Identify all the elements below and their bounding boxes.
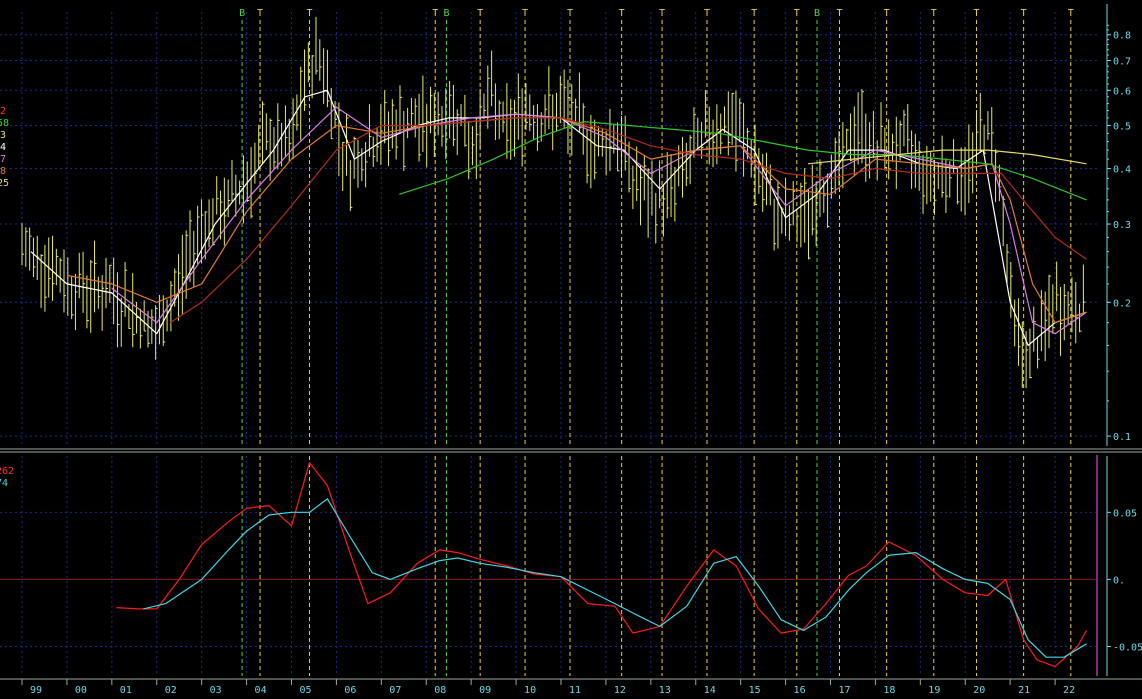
time-axis-label: 01 xyxy=(120,685,132,695)
signal-label: T xyxy=(704,8,710,19)
signal-label: T xyxy=(973,8,979,19)
chart-window: 0.8 0.7 0.6 0.5 0.4 0.3 0.2 0.1 2 58 3 4 7 8 25 BTTTB… xyxy=(0,0,1142,696)
oscillator-axis-label: -0.05 xyxy=(1113,642,1142,653)
price-axis-label: 0.3 xyxy=(1113,220,1131,231)
time-axis-label: 07 xyxy=(389,685,401,695)
signal-label: T xyxy=(659,8,665,19)
signal-label: T xyxy=(884,8,890,19)
time-axis-label: 11 xyxy=(569,685,581,695)
price-axis-label: 0.6 xyxy=(1113,86,1131,97)
time-axis-label: 10 xyxy=(524,685,536,695)
legend-entry: 262 xyxy=(0,466,14,477)
time-axis-label: 15 xyxy=(749,685,761,695)
time-axis-label: 12 xyxy=(614,685,626,695)
time-axis-label: 06 xyxy=(344,685,356,695)
time-axis-label: 13 xyxy=(659,685,671,695)
time-axis-label: 03 xyxy=(210,685,222,695)
oscillator-axis-label: 0. xyxy=(1113,575,1125,586)
time-axis-label: 08 xyxy=(434,685,446,695)
time-axis-label: 09 xyxy=(479,685,491,695)
time-axis-label: 18 xyxy=(883,685,895,695)
signal-label: B xyxy=(443,8,449,19)
signal-label: T xyxy=(836,8,842,19)
price-axis-label: 0.4 xyxy=(1113,165,1131,176)
legend-entry: 4 xyxy=(0,142,6,153)
price-axis-label: 0.1 xyxy=(1113,432,1131,443)
signal-label: T xyxy=(1068,8,1074,19)
signal-label: T xyxy=(567,8,573,19)
time-axis-label: 04 xyxy=(255,685,267,695)
legend-entry: 74 xyxy=(0,478,8,489)
price-axis-label: 0.2 xyxy=(1113,298,1131,309)
time-axis-label: 99 xyxy=(30,685,42,695)
chart-canvas: 0.80.70.60.50.40.30.20.1 258347825 BTTTB… xyxy=(0,0,1142,696)
price-axis-label: 0.7 xyxy=(1113,57,1131,68)
signal-label: B xyxy=(239,8,245,19)
legend-entry: 25 xyxy=(0,178,9,189)
signal-label: T xyxy=(257,8,263,19)
signal-label: T xyxy=(477,8,483,19)
time-axis-label: 22 xyxy=(1063,685,1075,695)
legend-entry: 58 xyxy=(0,118,9,129)
signal-label: B xyxy=(814,8,820,19)
time-axis-label: 20 xyxy=(973,685,985,695)
signal-label: T xyxy=(522,8,528,19)
time-axis-label: 21 xyxy=(1018,685,1030,695)
signal-label: T xyxy=(751,8,757,19)
time-axis-label: 02 xyxy=(165,685,177,695)
time-axis-label: 17 xyxy=(838,685,850,695)
legend-entry: 2 xyxy=(0,106,6,117)
legend-entry: 7 xyxy=(0,154,6,165)
signal-label: T xyxy=(1021,8,1027,19)
signal-label: T xyxy=(432,8,438,19)
legend-entry: 3 xyxy=(0,130,6,141)
time-axis-label: 19 xyxy=(928,685,940,695)
oscillator-axis-label: 0.05 xyxy=(1113,508,1137,519)
time-axis-label: 14 xyxy=(704,685,716,695)
legend-entry: 8 xyxy=(0,166,6,177)
signal-label: T xyxy=(931,8,937,19)
time-axis-label: 16 xyxy=(794,685,806,695)
time-axis-label: 00 xyxy=(75,685,87,695)
time-axis-label: 05 xyxy=(299,685,311,695)
signal-label: T xyxy=(794,8,800,19)
signal-label: T xyxy=(306,8,312,19)
signal-label: T xyxy=(619,8,625,19)
price-axis-label: 0.5 xyxy=(1113,121,1131,132)
price-axis-label: 0.8 xyxy=(1113,31,1131,42)
